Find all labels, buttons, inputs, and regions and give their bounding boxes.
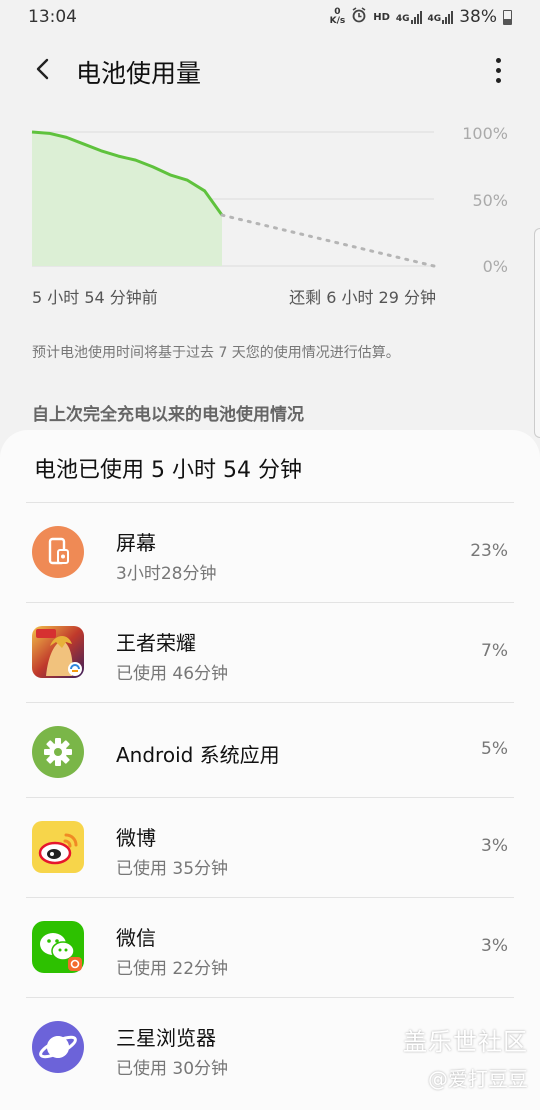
usage-time: 已使用 30分钟 — [116, 1059, 229, 1079]
screen-icon — [32, 526, 84, 578]
signal-icon — [410, 10, 422, 24]
list-item-honor-of-kings[interactable]: 王者荣耀 已使用 46分钟 7% — [26, 602, 514, 702]
battery-usage-chart: 100% 50% 0% 5 小时 54 分钟前 还剩 6 小时 29 分钟 — [0, 110, 540, 310]
usage-time: 已使用 22分钟 — [116, 959, 229, 979]
usage-percent: 5% — [481, 739, 508, 759]
battery-percent: 38% — [459, 7, 497, 27]
list-item-screen[interactable]: 屏幕 3小时28分钟 23% — [26, 502, 514, 602]
more-dot — [495, 57, 501, 63]
weibo-icon — [32, 821, 84, 873]
android-system-gear-icon — [32, 726, 84, 778]
wechat-icon — [32, 921, 84, 973]
list-item-weibo[interactable]: 微博 已使用 35分钟 3% — [26, 797, 514, 897]
usage-card: 电池已使用 5 小时 54 分钟 屏幕 3小时28分钟 23% 王者荣耀 已使用… — [0, 430, 540, 1110]
back-button[interactable] — [26, 52, 60, 86]
y-tick-label: 100% — [462, 124, 508, 143]
app-name: 王者荣耀 — [116, 631, 196, 655]
chart-svg — [31, 130, 436, 268]
usage-time: 已使用 35分钟 — [116, 859, 229, 879]
section-label: 自上次完全充电以来的电池使用情况 — [32, 405, 304, 425]
signal-1: 4G — [396, 10, 422, 24]
app-name: Android 系统应用 — [116, 743, 280, 767]
usage-percent: 3% — [481, 936, 508, 956]
list-item-wechat[interactable]: 微信 已使用 22分钟 3% — [26, 897, 514, 997]
watermark-line-1: 盖乐世社区 — [403, 1028, 528, 1056]
samsung-browser-icon — [32, 1021, 84, 1073]
x-start-label: 5 小时 54 分钟前 — [32, 288, 158, 307]
watermark-line-2: @爱打豆豆 — [428, 1067, 528, 1091]
usage-percent: 7% — [481, 641, 508, 661]
page-title: 电池使用量 — [76, 59, 202, 88]
list-item-android-system[interactable]: Android 系统应用 5% — [26, 702, 514, 797]
scrollbar[interactable] — [534, 228, 540, 438]
estimate-note: 预计电池使用时间将基于过去 7 天您的使用情况进行估算。 — [32, 345, 400, 361]
more-options-button[interactable] — [486, 54, 510, 86]
x-end-label: 还剩 6 小时 29 分钟 — [289, 288, 436, 307]
y-tick-label: 50% — [472, 191, 508, 210]
projection-line — [220, 213, 436, 268]
battery-icon — [503, 9, 512, 25]
y-tick-label: 0% — [482, 257, 508, 276]
app-name: 三星浏览器 — [116, 1026, 216, 1050]
app-bar: 电池使用量 — [0, 44, 540, 96]
app-name: 微信 — [116, 926, 156, 950]
more-dot — [495, 77, 501, 83]
usage-area — [32, 132, 222, 266]
usage-time: 3小时28分钟 — [116, 564, 217, 584]
back-arrow-icon — [36, 58, 49, 80]
app-name: 屏幕 — [116, 531, 156, 555]
status-time: 13:04 — [28, 7, 77, 27]
more-dot — [495, 67, 501, 73]
card-title: 电池已使用 5 小时 54 分钟 — [34, 458, 302, 483]
network-speed: 0 K/s — [329, 7, 346, 26]
app-usage-list: 屏幕 3小时28分钟 23% 王者荣耀 已使用 46分钟 7% Android … — [26, 502, 514, 1097]
alarm-icon — [351, 6, 367, 28]
usage-percent: 3% — [481, 836, 508, 856]
hd-indicator: HD — [373, 11, 390, 23]
status-bar: 13:04 0 K/s HD 4G 4G 38% — [0, 0, 540, 34]
app-name: 微博 — [116, 826, 156, 850]
signal-2: 4G — [428, 10, 454, 24]
honor-of-kings-icon — [32, 626, 84, 678]
usage-time: 已使用 46分钟 — [116, 664, 229, 684]
watermark: 盖乐世社区 @爱打豆豆 — [403, 1022, 528, 1092]
status-icons: 0 K/s HD 4G 4G 38% — [329, 6, 512, 28]
signal-icon — [442, 10, 454, 24]
usage-percent: 23% — [470, 541, 508, 561]
